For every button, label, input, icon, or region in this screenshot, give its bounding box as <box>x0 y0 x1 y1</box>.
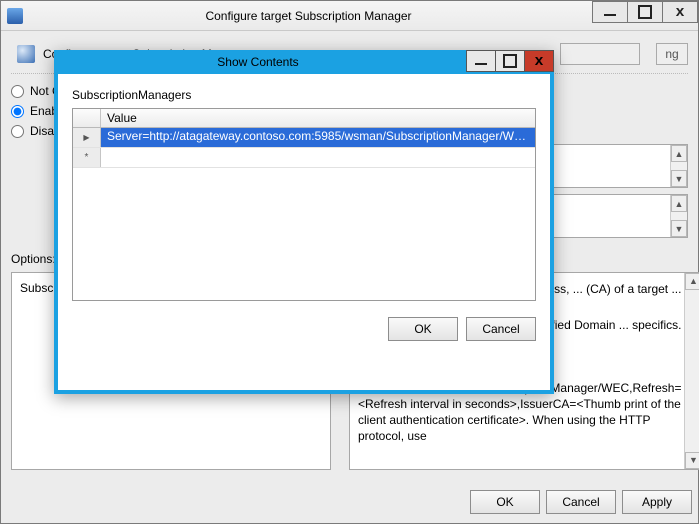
grid-row-0-value[interactable]: Server=http://atagateway.contoso.com:598… <box>101 128 535 147</box>
grid-header-row: Value <box>73 109 535 128</box>
main-button-row: OK Cancel Apply <box>1 480 698 522</box>
grid-label: SubscriptionManagers <box>72 88 536 102</box>
show-contents-dialog: Show Contents SubscriptionManagers Value… <box>54 50 554 394</box>
prev-setting-button[interactable] <box>560 43 640 65</box>
inner-ok-button[interactable]: OK <box>388 317 458 341</box>
grid-row-new-header[interactable] <box>73 148 101 167</box>
comment-scroll-down[interactable]: ▼ <box>671 170 687 187</box>
supported-scrollbar[interactable]: ▲ ▼ <box>670 195 687 237</box>
help-scroll-down[interactable]: ▼ <box>685 452 699 469</box>
inner-titlebar[interactable]: Show Contents <box>54 50 554 74</box>
policy-icon <box>17 45 35 63</box>
comment-scrollbar[interactable]: ▲ ▼ <box>670 145 687 187</box>
help-scroll-up[interactable]: ▲ <box>685 273 699 290</box>
main-minimize-button[interactable] <box>592 1 628 23</box>
main-apply-button[interactable]: Apply <box>622 490 692 514</box>
values-grid[interactable]: Value Server=http://atagateway.contoso.c… <box>72 108 536 301</box>
help-scrollbar[interactable]: ▲ ▼ <box>684 273 699 469</box>
radio-disabled-input[interactable] <box>11 125 24 138</box>
radio-enabled-input[interactable] <box>11 105 24 118</box>
inner-maximize-button[interactable] <box>495 50 525 72</box>
radio-not-configured-input[interactable] <box>11 85 24 98</box>
main-cancel-button[interactable]: Cancel <box>546 490 616 514</box>
grid-row-new[interactable] <box>73 148 535 168</box>
supported-scroll-up[interactable]: ▲ <box>671 195 687 212</box>
inner-minimize-button[interactable] <box>466 50 496 72</box>
next-setting-button[interactable]: ng <box>656 43 688 65</box>
inner-cancel-button[interactable]: Cancel <box>466 317 536 341</box>
inner-close-button[interactable] <box>524 50 554 72</box>
grid-row-0[interactable]: Server=http://atagateway.contoso.com:598… <box>73 128 535 148</box>
main-close-button[interactable] <box>662 1 698 23</box>
inner-button-row: OK Cancel <box>58 307 550 353</box>
grid-body[interactable]: Server=http://atagateway.contoso.com:598… <box>73 128 535 300</box>
grid-corner-cell <box>73 109 101 127</box>
app-icon <box>7 8 23 24</box>
main-titlebar[interactable]: Configure target Subscription Manager <box>1 1 698 31</box>
main-ok-button[interactable]: OK <box>470 490 540 514</box>
grid-row-new-value[interactable] <box>101 148 535 167</box>
comment-scroll-up[interactable]: ▲ <box>671 145 687 162</box>
supported-scroll-down[interactable]: ▼ <box>671 220 687 237</box>
grid-column-header[interactable]: Value <box>101 109 535 127</box>
main-maximize-button[interactable] <box>627 1 663 23</box>
grid-row-0-header[interactable] <box>73 128 101 147</box>
